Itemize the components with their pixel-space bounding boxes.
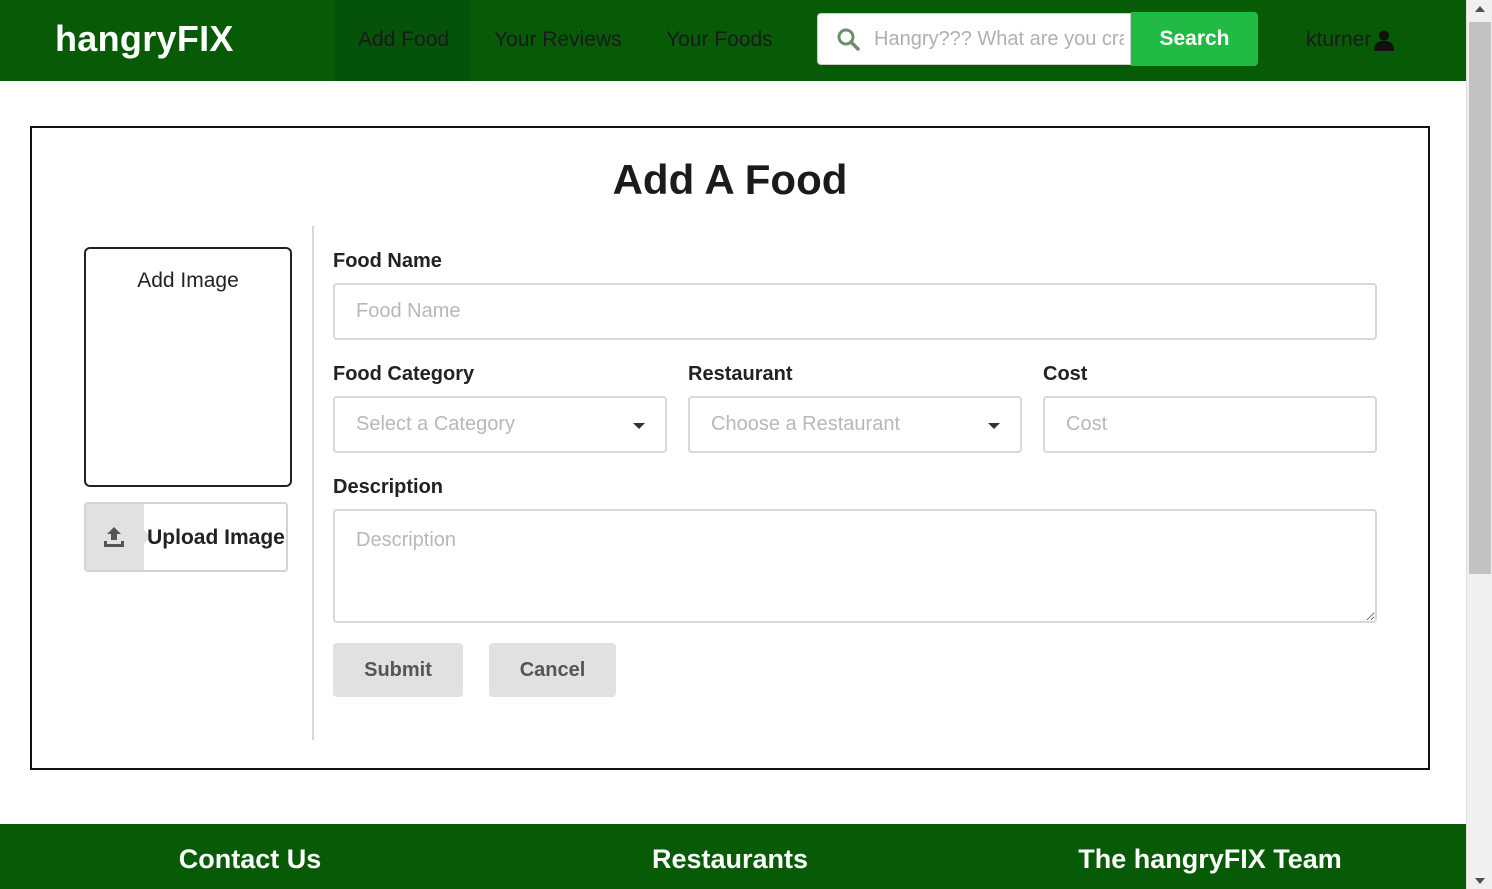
description-textarea[interactable] <box>333 509 1377 623</box>
nav-link-add-food[interactable]: Add Food <box>358 28 449 52</box>
food-category-placeholder: Select a Category <box>356 413 515 435</box>
footer: Contact Us Restaurants The hangryFIX Tea… <box>0 824 1466 889</box>
form-divider <box>312 226 314 740</box>
username: kturner <box>1306 28 1372 51</box>
user-menu[interactable]: kturner <box>1306 28 1395 52</box>
vertical-scrollbar[interactable] <box>1466 0 1492 889</box>
scroll-down-arrow-icon[interactable] <box>1475 878 1485 884</box>
search-input[interactable] <box>874 14 1124 64</box>
food-category-select[interactable]: Select a Category <box>333 396 667 453</box>
upload-image-button[interactable]: Upload Image <box>84 502 288 572</box>
cancel-button[interactable]: Cancel <box>489 643 616 697</box>
restaurant-label: Restaurant <box>688 363 793 385</box>
add-food-form-card: Add A Food Add Image Upload Image Food N… <box>30 126 1430 770</box>
search-icon <box>837 28 860 51</box>
upload-icon-container <box>86 504 151 570</box>
top-navbar: hangryFIX Add Food Your Reviews Your Foo… <box>0 0 1466 81</box>
footer-heading-contact-us: Contact Us <box>178 844 322 874</box>
image-box-label: Add Image <box>137 269 239 292</box>
search-box <box>817 13 1131 65</box>
search-button[interactable]: Search <box>1131 12 1258 66</box>
upload-image-label: Upload Image <box>147 525 285 549</box>
upload-icon <box>104 527 124 547</box>
chevron-down-icon <box>988 423 1000 429</box>
nav-link-your-foods[interactable]: Your Foods <box>666 28 773 52</box>
scroll-thumb[interactable] <box>1469 22 1491 574</box>
submit-button[interactable]: Submit <box>333 643 463 697</box>
description-label: Description <box>333 476 444 498</box>
brand-logo[interactable]: hangryFIX <box>55 18 234 60</box>
food-category-label: Food Category <box>333 363 475 385</box>
footer-heading-team: The hangryFIX Team <box>1078 844 1342 874</box>
user-icon <box>1374 30 1395 51</box>
restaurant-placeholder: Choose a Restaurant <box>711 413 901 435</box>
cost-label: Cost <box>1043 363 1088 385</box>
cost-input[interactable] <box>1043 396 1377 453</box>
chevron-down-icon <box>633 423 645 429</box>
restaurant-select[interactable]: Choose a Restaurant <box>688 396 1022 453</box>
page-title: Add A Food <box>612 156 848 203</box>
footer-heading-restaurants: Restaurants <box>651 844 809 874</box>
food-name-input[interactable] <box>333 283 1377 340</box>
image-preview-box: Add Image <box>84 247 292 487</box>
nav-link-your-reviews[interactable]: Your Reviews <box>494 28 622 52</box>
scroll-up-arrow-icon[interactable] <box>1475 6 1485 12</box>
food-name-label: Food Name <box>333 250 442 272</box>
